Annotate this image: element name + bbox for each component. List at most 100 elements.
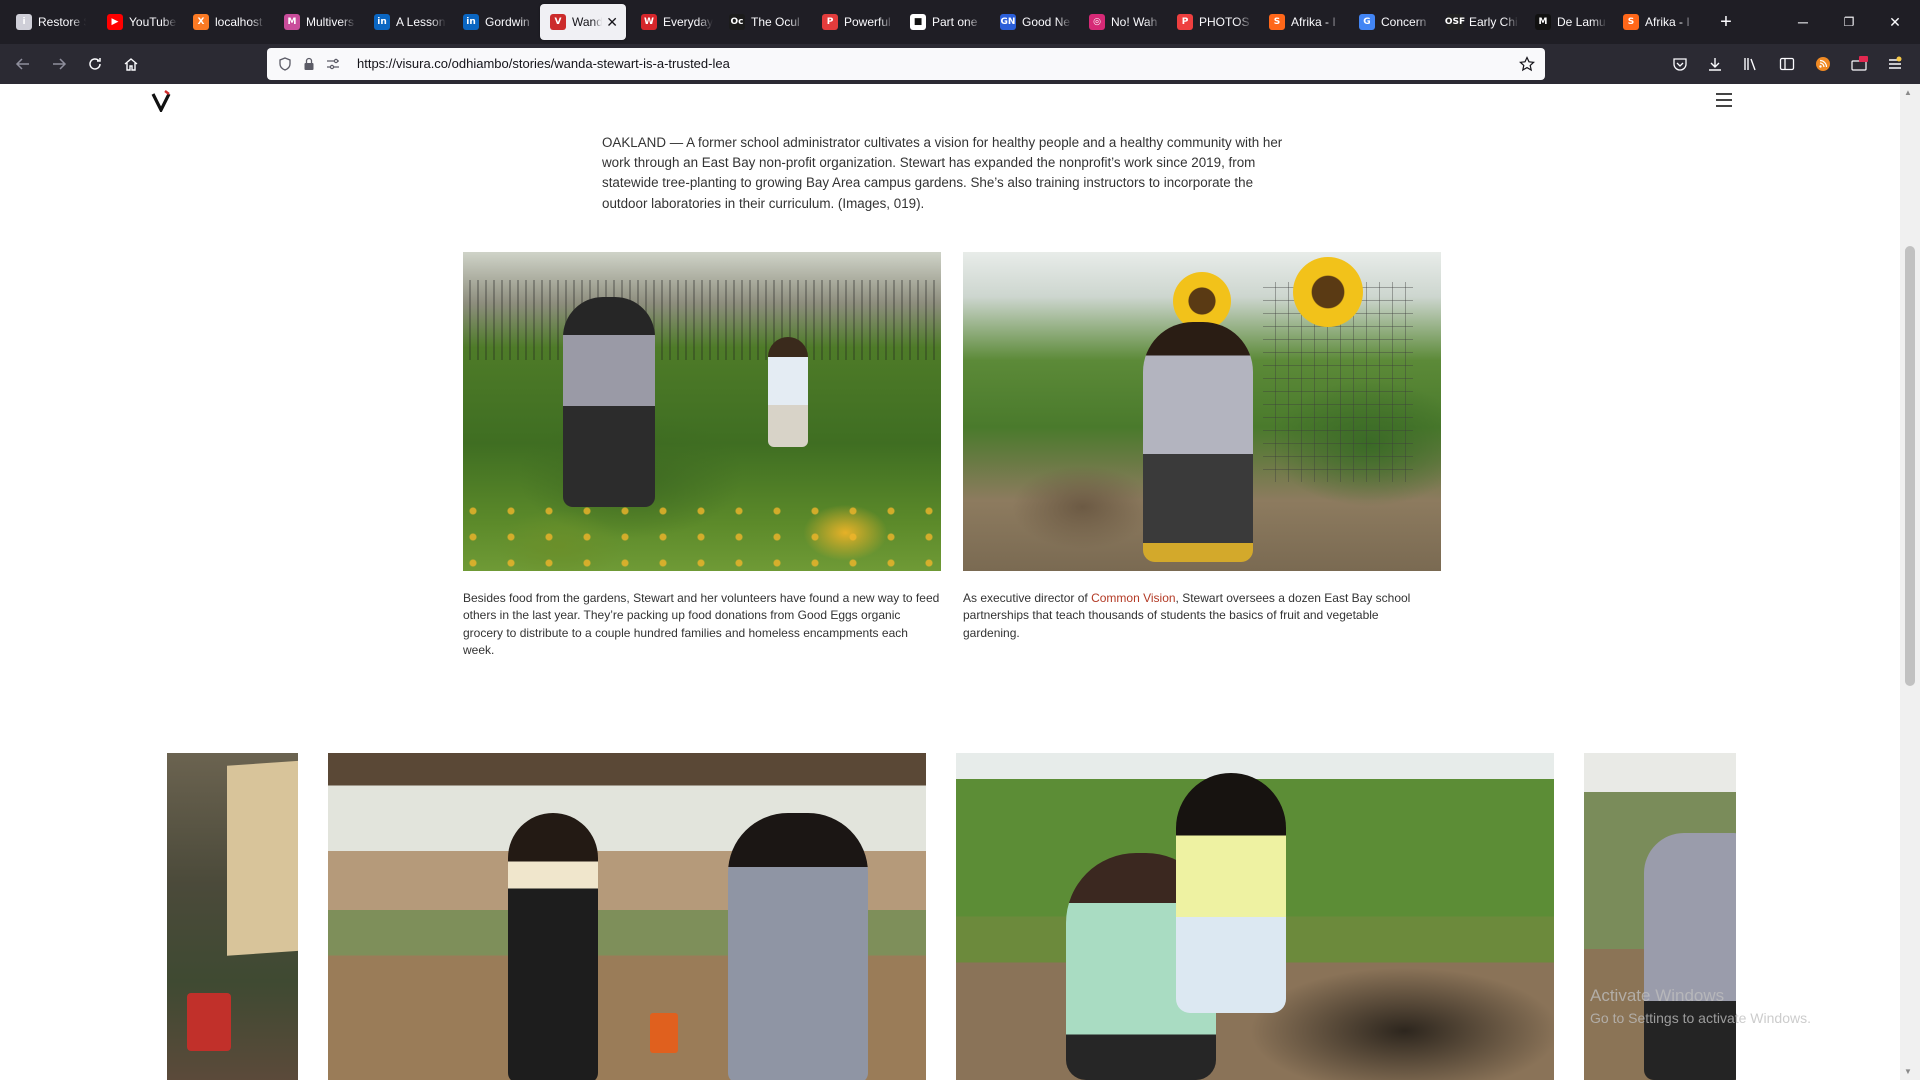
photo-girls-planting[interactable] — [956, 753, 1554, 1080]
common-vision-link[interactable]: Common Vision — [1091, 591, 1175, 605]
photo-rooster-board[interactable] — [167, 753, 298, 1080]
person-shape — [508, 813, 598, 1080]
visura-logo-icon[interactable] — [151, 90, 171, 112]
browser-tab[interactable]: S Afrika - I — [1613, 4, 1695, 40]
browser-tab[interactable]: in Gordwin — [453, 4, 535, 40]
lock-icon[interactable] — [301, 56, 317, 72]
browser-tab[interactable]: OSF Early Chi — [1437, 4, 1519, 40]
permissions-icon[interactable] — [325, 56, 341, 72]
browser-tab[interactable]: W Everyday — [631, 4, 713, 40]
tab-title: De Lamu — [1557, 15, 1606, 29]
child-shape — [1176, 773, 1286, 1013]
browser-tab[interactable]: S Afrika - I — [1259, 4, 1341, 40]
browser-tab[interactable]: M Multivers — [274, 4, 356, 40]
caption-right: As executive director of Common Vision, … — [963, 590, 1433, 642]
browser-tab[interactable]: G Concern — [1349, 4, 1431, 40]
tab-title: localhost — [215, 15, 263, 29]
sidebar-icon[interactable] — [1778, 56, 1796, 72]
tab-title: Powerful — [844, 15, 891, 29]
info-icon: i — [16, 14, 32, 30]
caption-right-text: As executive director of — [963, 591, 1092, 605]
powerful-icon: P — [822, 14, 838, 30]
photo-partial-person[interactable] — [1584, 753, 1736, 1080]
linkedin-icon: in — [374, 14, 390, 30]
extension-rss-icon[interactable] — [1814, 56, 1832, 72]
m-icon: M — [1535, 14, 1551, 30]
substack-icon: S — [1623, 14, 1639, 30]
app-menu-icon[interactable] — [1886, 56, 1904, 72]
browser-tab[interactable]: V Wand ✕ — [540, 4, 626, 40]
browser-tab[interactable]: ■ Part one — [900, 4, 982, 40]
tab-title: Good Ne — [1022, 15, 1071, 29]
fence-shape — [463, 280, 941, 360]
multiverse-icon: M — [284, 14, 300, 30]
tab-title: Afrika - I — [1291, 15, 1336, 29]
bookmark-star-icon[interactable] — [1519, 56, 1535, 72]
pocket-icon[interactable] — [1671, 56, 1689, 72]
back-button[interactable] — [9, 50, 37, 78]
instagram-icon: ◎ — [1089, 14, 1105, 30]
oc-icon: Oc — [729, 14, 745, 30]
tab-title: PHOTOS — [1199, 15, 1250, 29]
visura-icon: V — [550, 14, 566, 30]
tab-title: Part one — [932, 15, 978, 29]
extension-badge-icon[interactable] — [1850, 56, 1868, 72]
page-scrollbar[interactable]: ▲ ▼ — [1900, 84, 1920, 1080]
linkedin-icon: in — [463, 14, 479, 30]
browser-tab[interactable]: GN Good Ne — [990, 4, 1072, 40]
browser-tab[interactable]: ▶ YouTube — [97, 4, 177, 40]
square-icon: ■ — [910, 14, 926, 30]
watermark-title: Activate Windows — [1590, 986, 1725, 1005]
caption-left: Besides food from the gardens, Stewart a… — [463, 591, 940, 657]
hamburger-menu-icon[interactable] — [1716, 93, 1732, 107]
substack-icon: S — [1269, 14, 1285, 30]
url-text[interactable]: https://visura.co/odhiambo/stories/wanda… — [357, 56, 730, 71]
library-icon[interactable] — [1742, 56, 1760, 72]
tab-title: YouTube — [129, 15, 177, 29]
new-tab-button[interactable]: + — [1712, 8, 1740, 36]
gn-icon: GN — [1000, 14, 1016, 30]
browser-tab[interactable]: P PHOTOS — [1167, 4, 1253, 40]
browser-tab[interactable]: M De Lamu — [1525, 4, 1607, 40]
scroll-down-arrow-icon[interactable]: ▼ — [1904, 1067, 1912, 1076]
photos-icon: P — [1177, 14, 1193, 30]
tab-title: Multivers — [306, 15, 355, 29]
xampp-icon: X — [193, 14, 209, 30]
home-button[interactable] — [117, 50, 145, 78]
bucket-shape — [187, 993, 231, 1051]
person-shape — [728, 813, 868, 1080]
arrow-left-icon — [15, 58, 29, 70]
close-tab-icon[interactable]: ✕ — [606, 14, 618, 31]
shield-icon[interactable] — [277, 56, 293, 72]
browser-tab-strip: i Restore S ▶ YouTube Xlocalhost M Multivers in… — [0, 0, 1920, 44]
download-icon[interactable] — [1706, 56, 1724, 72]
close-window-button[interactable]: ✕ — [1872, 0, 1918, 44]
scroll-up-arrow-icon[interactable]: ▲ — [1904, 88, 1912, 97]
scrollbar-thumb[interactable] — [1905, 246, 1915, 686]
tab-title: Wand — [572, 15, 603, 29]
rooster-board-shape — [227, 760, 298, 956]
reload-button[interactable] — [81, 50, 109, 78]
tab-title: Everyday — [663, 15, 713, 29]
forward-button[interactable] — [45, 50, 73, 78]
browser-tab[interactable]: ◎ No! Wah — [1079, 4, 1161, 40]
photo-two-women-sink[interactable] — [328, 753, 926, 1080]
browser-tab[interactable]: in A Lesson — [364, 4, 446, 40]
osf-icon: OSF — [1445, 14, 1465, 30]
flowers-shape — [463, 501, 941, 571]
browser-tab[interactable]: P Powerful — [812, 4, 894, 40]
browser-tab[interactable]: Oc The Ocul — [719, 4, 805, 40]
photo-garden-woman-child[interactable] — [463, 252, 941, 571]
photo-stewart-seated-garden[interactable] — [963, 252, 1441, 571]
person-shape — [563, 297, 655, 507]
tab-title: The Ocul — [751, 15, 800, 29]
address-bar[interactable]: https://visura.co/odhiambo/stories/wanda… — [267, 48, 1545, 80]
minimize-button[interactable]: ─ — [1780, 0, 1826, 44]
child-shape — [768, 337, 808, 447]
person-shape — [1644, 833, 1736, 1080]
browser-tab[interactable]: i Restore S — [6, 4, 86, 40]
restore-button[interactable]: ❐ — [1826, 0, 1872, 44]
tab-title: Early Chi — [1469, 15, 1518, 29]
browser-tab[interactable]: Xlocalhost — [183, 4, 265, 40]
g-icon: G — [1359, 14, 1375, 30]
